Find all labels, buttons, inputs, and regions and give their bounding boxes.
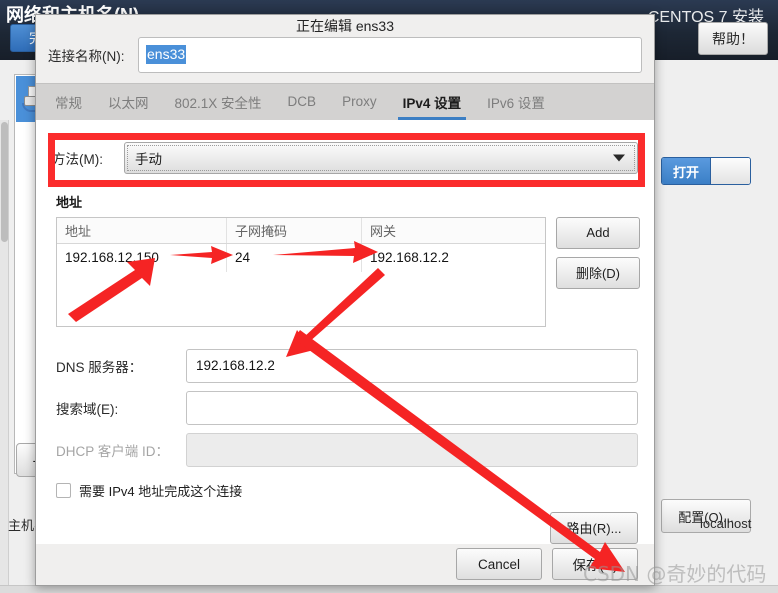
screen: - 打开 配置(O)... 主机名： localhost 网络和主机名(N) C… — [0, 0, 778, 593]
dhcp-client-id-input — [186, 432, 638, 467]
toggle-on-label: 打开 — [662, 158, 710, 184]
addresses-area: 地址 子网掩码 网关 192.168.12.150 24 192.168.12.… — [56, 216, 640, 327]
tab-general[interactable]: 常规 — [42, 84, 95, 120]
tab-label: 常规 — [55, 95, 82, 111]
tab-label: IPv6 设置 — [487, 95, 545, 111]
cancel-label: Cancel — [477, 556, 521, 572]
routes-label: 路由(R)... — [566, 521, 622, 537]
method-dropdown[interactable]: 手动 — [124, 141, 638, 174]
dialog-title: 正在编辑 ens33 — [36, 15, 654, 37]
dialog-tabs: 常规 以太网 802.1X 安全性 DCB Proxy IPv4 设置 IPv6… — [36, 82, 654, 120]
table-header-row: 地址 子网掩码 网关 — [57, 217, 545, 244]
addresses-table[interactable]: 地址 子网掩码 网关 192.168.12.150 24 192.168.12.… — [56, 216, 546, 327]
edit-connection-dialog: 正在编辑 ens33 连接名称(N): ens33 常规 以太网 802.1X … — [35, 14, 655, 586]
tab-dcb[interactable]: DCB — [275, 84, 330, 120]
connection-name-label: 连接名称(N): — [48, 48, 125, 64]
addresses-section-label: 地址 — [56, 194, 83, 210]
search-domain-input[interactable] — [186, 390, 638, 425]
hostname-value: localhost — [700, 516, 752, 531]
watermark: CSDN @奇妙的代码 — [583, 562, 767, 586]
help-label: 帮助！ — [712, 30, 754, 47]
ipv4-settings-panel: 方法(M): 手动 地址 地址 子网掩码 网关 192.168.12.150 2… — [36, 119, 654, 544]
cell-netmask[interactable]: 24 — [227, 243, 362, 272]
addresses-buttons: Add 删除(D) — [556, 216, 640, 327]
column-header-gateway: 网关 — [370, 223, 397, 239]
chevron-down-icon — [613, 154, 625, 162]
connection-name-row: 连接名称(N): ens33 — [36, 36, 654, 83]
connection-name-input[interactable]: ens33 — [138, 36, 642, 73]
cell-address[interactable]: 192.168.12.150 — [57, 243, 227, 272]
method-row: 方法(M): 手动 — [52, 141, 638, 174]
tab-8021x-security[interactable]: 802.1X 安全性 — [162, 84, 275, 120]
cancel-button[interactable]: Cancel — [456, 548, 542, 581]
delete-address-button[interactable]: 删除(D) — [556, 256, 640, 289]
tab-label: 以太网 — [108, 95, 149, 111]
method-value: 手动 — [135, 151, 162, 167]
dns-row: DNS 服务器： 192.168.12.2 — [56, 348, 638, 383]
page-scrollbar-thumb[interactable] — [1, 122, 8, 242]
dialog-footer: Cancel 保存(S) — [36, 543, 654, 585]
search-domain-row: 搜索域(E): — [56, 390, 638, 425]
routes-wrap: 路由(R)... — [36, 511, 638, 544]
add-address-button[interactable]: Add — [556, 216, 640, 249]
tab-ipv6-settings[interactable]: IPv6 设置 — [474, 84, 558, 120]
tab-label: DCB — [287, 94, 317, 110]
add-label: Add — [586, 225, 610, 241]
require-ipv4-checkbox[interactable] — [56, 482, 71, 498]
dns-value: 192.168.12.2 — [196, 358, 275, 374]
dns-label: DNS 服务器： — [56, 359, 143, 375]
help-button[interactable]: 帮助！ — [698, 22, 768, 55]
delete-label: 删除(D) — [575, 266, 621, 282]
tab-ethernet[interactable]: 以太网 — [95, 84, 162, 120]
dhcp-client-id-label: DHCP 客户端 ID： — [56, 443, 170, 459]
cell-gateway[interactable]: 192.168.12.2 — [362, 244, 545, 272]
require-ipv4-label: 需要 IPv4 地址完成这个连接 — [79, 483, 243, 499]
toggle-knob[interactable] — [710, 158, 750, 184]
column-header-address: 地址 — [57, 217, 227, 243]
routes-button[interactable]: 路由(R)... — [550, 511, 638, 544]
column-header-netmask: 子网掩码 — [227, 217, 362, 243]
tab-ipv4-settings[interactable]: IPv4 设置 — [390, 84, 475, 120]
table-row[interactable]: 192.168.12.150 24 192.168.12.2 — [57, 243, 545, 272]
dhcp-client-id-row: DHCP 客户端 ID： — [56, 432, 638, 467]
dns-input[interactable]: 192.168.12.2 — [186, 348, 638, 383]
method-label: 方法(M): — [52, 151, 103, 167]
tab-label: IPv4 设置 — [402, 95, 462, 111]
tab-proxy[interactable]: Proxy — [329, 84, 390, 120]
tab-label: Proxy — [342, 94, 377, 110]
interface-power-toggle[interactable]: 打开 — [661, 157, 751, 185]
require-ipv4-row[interactable]: 需要 IPv4 地址完成这个连接 — [56, 481, 654, 500]
tab-label: 802.1X 安全性 — [174, 95, 262, 111]
search-domain-label: 搜索域(E): — [56, 401, 119, 417]
connection-name-value: ens33 — [146, 45, 187, 65]
